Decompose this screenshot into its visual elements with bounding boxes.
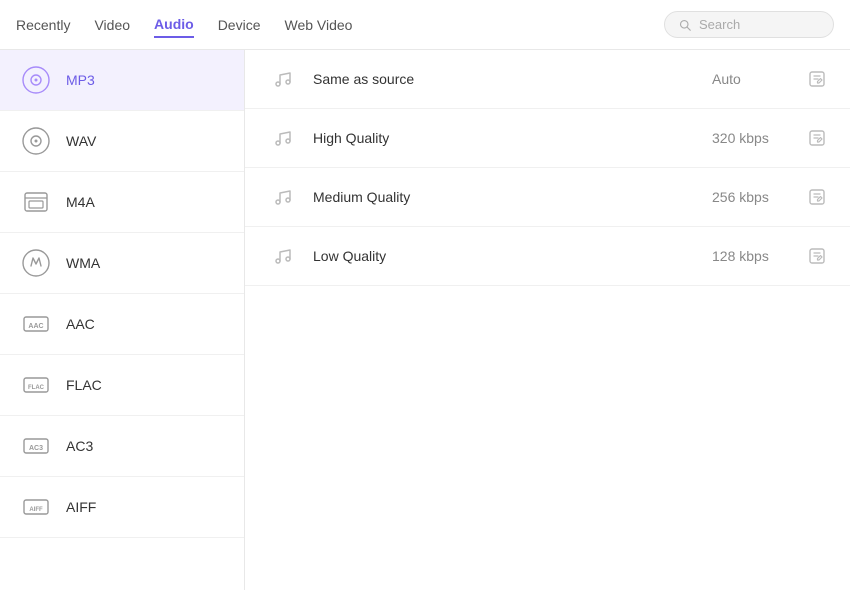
edit-icon-low[interactable] bbox=[808, 247, 826, 265]
quality-bitrate-same-as-source: Auto bbox=[712, 71, 792, 87]
nav-video[interactable]: Video bbox=[94, 13, 130, 37]
quality-name-high: High Quality bbox=[313, 130, 696, 146]
sidebar-ac3-label: AC3 bbox=[66, 438, 93, 454]
svg-text:AC3: AC3 bbox=[29, 445, 43, 452]
nav-device[interactable]: Device bbox=[218, 13, 261, 37]
search-icon bbox=[679, 18, 691, 32]
sidebar-mp3-label: MP3 bbox=[66, 72, 95, 88]
nav-audio[interactable]: Audio bbox=[154, 12, 194, 38]
sidebar-item-wma[interactable]: WMA bbox=[0, 233, 244, 294]
quality-row-low[interactable]: Low Quality 128 kbps bbox=[245, 227, 850, 286]
music-note-icon-1 bbox=[269, 68, 297, 90]
sidebar-item-aiff[interactable]: AIFF AIFF bbox=[0, 477, 244, 538]
sidebar-aac-label: AAC bbox=[66, 316, 95, 332]
sidebar-item-m4a[interactable]: M4A bbox=[0, 172, 244, 233]
sidebar-wma-label: WMA bbox=[66, 255, 100, 271]
search-box bbox=[664, 11, 834, 38]
quality-row-high[interactable]: High Quality 320 kbps bbox=[245, 109, 850, 168]
svg-text:FLAC: FLAC bbox=[28, 385, 45, 391]
sidebar: MP3 WAV M4A bbox=[0, 50, 245, 590]
quality-bitrate-low: 128 kbps bbox=[712, 248, 792, 264]
wav-icon bbox=[20, 125, 52, 157]
quality-row-same-as-source[interactable]: Same as source Auto bbox=[245, 50, 850, 109]
mp3-icon bbox=[20, 64, 52, 96]
sidebar-item-wav[interactable]: WAV bbox=[0, 111, 244, 172]
quality-row-medium[interactable]: Medium Quality 256 kbps bbox=[245, 168, 850, 227]
edit-icon-medium[interactable] bbox=[808, 188, 826, 206]
top-navigation: Recently Video Audio Device Web Video bbox=[0, 0, 850, 50]
main-layout: MP3 WAV M4A bbox=[0, 50, 850, 590]
ac3-icon: AC3 bbox=[20, 430, 52, 462]
music-note-icon-2 bbox=[269, 127, 297, 149]
quality-name-low: Low Quality bbox=[313, 248, 696, 264]
music-note-icon-3 bbox=[269, 186, 297, 208]
nav-recently[interactable]: Recently bbox=[16, 13, 70, 37]
quality-name-same-as-source: Same as source bbox=[313, 71, 696, 87]
aac-icon: AAC bbox=[20, 308, 52, 340]
sidebar-wav-label: WAV bbox=[66, 133, 96, 149]
svg-text:AAC: AAC bbox=[28, 323, 43, 330]
sidebar-m4a-label: M4A bbox=[66, 194, 95, 210]
svg-text:AIFF: AIFF bbox=[29, 507, 43, 513]
wma-icon bbox=[20, 247, 52, 279]
sidebar-item-mp3[interactable]: MP3 bbox=[0, 50, 244, 111]
quality-bitrate-high: 320 kbps bbox=[712, 130, 792, 146]
music-note-icon-4 bbox=[269, 245, 297, 267]
m4a-icon bbox=[20, 186, 52, 218]
quality-content: Same as source Auto High Quality 320 bbox=[245, 50, 850, 590]
flac-icon: FLAC bbox=[20, 369, 52, 401]
nav-web-video[interactable]: Web Video bbox=[284, 13, 352, 37]
sidebar-flac-label: FLAC bbox=[66, 377, 102, 393]
sidebar-aiff-label: AIFF bbox=[66, 499, 96, 515]
edit-icon-high[interactable] bbox=[808, 129, 826, 147]
search-input[interactable] bbox=[699, 17, 819, 32]
sidebar-item-aac[interactable]: AAC AAC bbox=[0, 294, 244, 355]
edit-icon-same-as-source[interactable] bbox=[808, 70, 826, 88]
aiff-icon: AIFF bbox=[20, 491, 52, 523]
sidebar-item-flac[interactable]: FLAC FLAC bbox=[0, 355, 244, 416]
sidebar-item-ac3[interactable]: AC3 AC3 bbox=[0, 416, 244, 477]
quality-bitrate-medium: 256 kbps bbox=[712, 189, 792, 205]
quality-name-medium: Medium Quality bbox=[313, 189, 696, 205]
